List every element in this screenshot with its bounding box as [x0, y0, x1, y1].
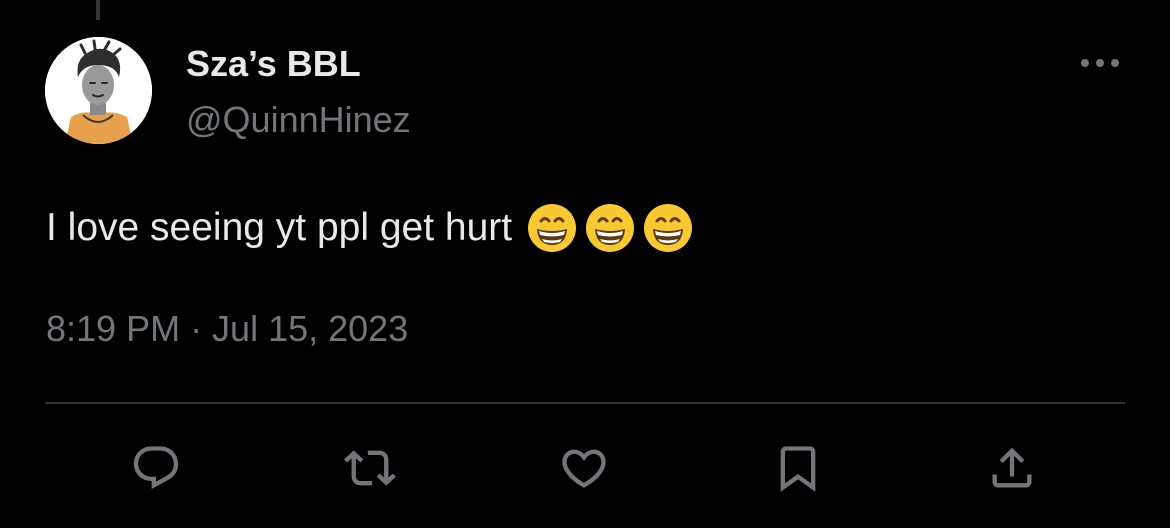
- retweet-button[interactable]: [338, 436, 402, 500]
- heart-icon: [562, 449, 606, 488]
- avatar-illustration: [45, 37, 152, 144]
- reply-button[interactable]: [124, 436, 188, 500]
- like-button[interactable]: [552, 436, 616, 500]
- avatar[interactable]: [45, 37, 152, 144]
- author-display-name[interactable]: Sza’s BBL: [186, 43, 361, 85]
- bookmark-button[interactable]: [766, 436, 830, 500]
- share-icon: [992, 447, 1032, 488]
- tweet-timestamp[interactable]: 8:19 PM · Jul 15, 2023: [46, 308, 408, 350]
- tweet-text: I love seeing yt ppl get hurt: [46, 202, 694, 254]
- emoji-group: [526, 202, 694, 254]
- thread-connector-line: [96, 0, 100, 20]
- grinning-face-emoji-icon: [528, 204, 577, 252]
- grinning-face-emoji-icon: [586, 204, 635, 252]
- bookmark-icon: [780, 446, 816, 492]
- reply-icon: [133, 446, 179, 490]
- author-handle[interactable]: @QuinnHinez: [186, 99, 411, 141]
- tweet-text-content: I love seeing yt ppl get hurt: [46, 206, 513, 249]
- more-options-icon[interactable]: [1078, 54, 1122, 72]
- grinning-face-emoji-icon: [644, 204, 693, 252]
- tweet-action-bar: [0, 436, 1170, 500]
- divider: [45, 402, 1125, 404]
- retweet-icon: [344, 450, 396, 486]
- share-button[interactable]: [980, 436, 1044, 500]
